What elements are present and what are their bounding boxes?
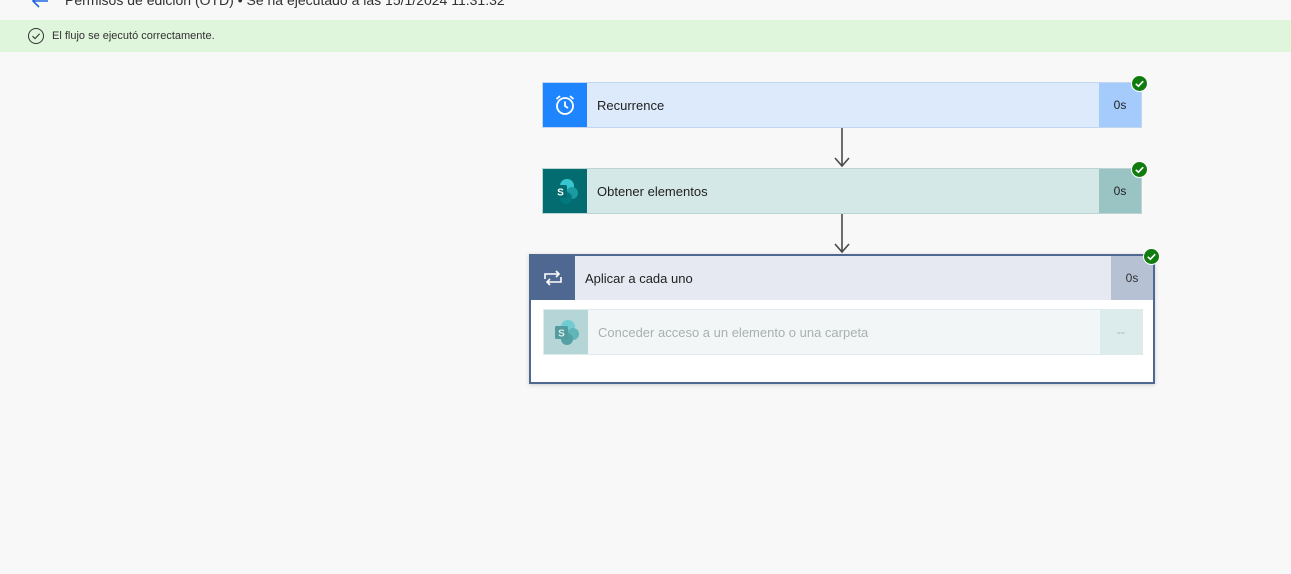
apply-to-each-container[interactable]: Aplicar a cada uno 0s S Conceder acceso …	[529, 254, 1155, 384]
svg-text:S: S	[558, 329, 565, 340]
step-recurrence[interactable]: Recurrence 0s	[542, 82, 1142, 128]
check-circle-icon	[28, 28, 44, 44]
step-get-items[interactable]: S Obtener elementos 0s	[542, 168, 1142, 214]
step-label: Conceder acceso a un elemento o una carp…	[598, 324, 869, 340]
run-title: Permisos de edición (OTD) • Se ha ejecut…	[65, 0, 505, 8]
success-check-icon	[1131, 75, 1148, 92]
top-bar: Permisos de edición (OTD) • Se ha ejecut…	[0, 0, 1291, 20]
loop-icon-box	[531, 256, 575, 300]
step-label: Obtener elementos	[597, 183, 708, 199]
recurrence-icon-box	[543, 83, 587, 127]
step-label: Recurrence	[597, 97, 665, 113]
loop-icon	[544, 270, 562, 286]
back-arrow-icon[interactable]	[30, 0, 50, 11]
sharepoint-icon: S	[554, 179, 578, 204]
success-check-icon	[1143, 248, 1160, 265]
sharepoint-icon-box: S	[544, 310, 588, 354]
svg-text:S: S	[557, 188, 564, 199]
connector-arrow-icon	[834, 214, 850, 254]
success-banner: El flujo se ejecutó correctamente.	[0, 20, 1291, 52]
sharepoint-icon-box: S	[543, 169, 587, 213]
step-label: Aplicar a cada uno	[585, 270, 693, 286]
success-check-icon	[1131, 161, 1148, 178]
sharepoint-icon: S	[555, 320, 579, 345]
connector-arrow-icon	[834, 128, 850, 168]
step-duration: --	[1100, 310, 1142, 354]
banner-message: El flujo se ejecutó correctamente.	[52, 30, 215, 42]
loop-header[interactable]: Aplicar a cada uno 0s	[531, 256, 1153, 300]
step-grant-access[interactable]: S Conceder acceso a un elemento o una ca…	[543, 309, 1143, 355]
alarm-clock-icon	[555, 95, 575, 115]
